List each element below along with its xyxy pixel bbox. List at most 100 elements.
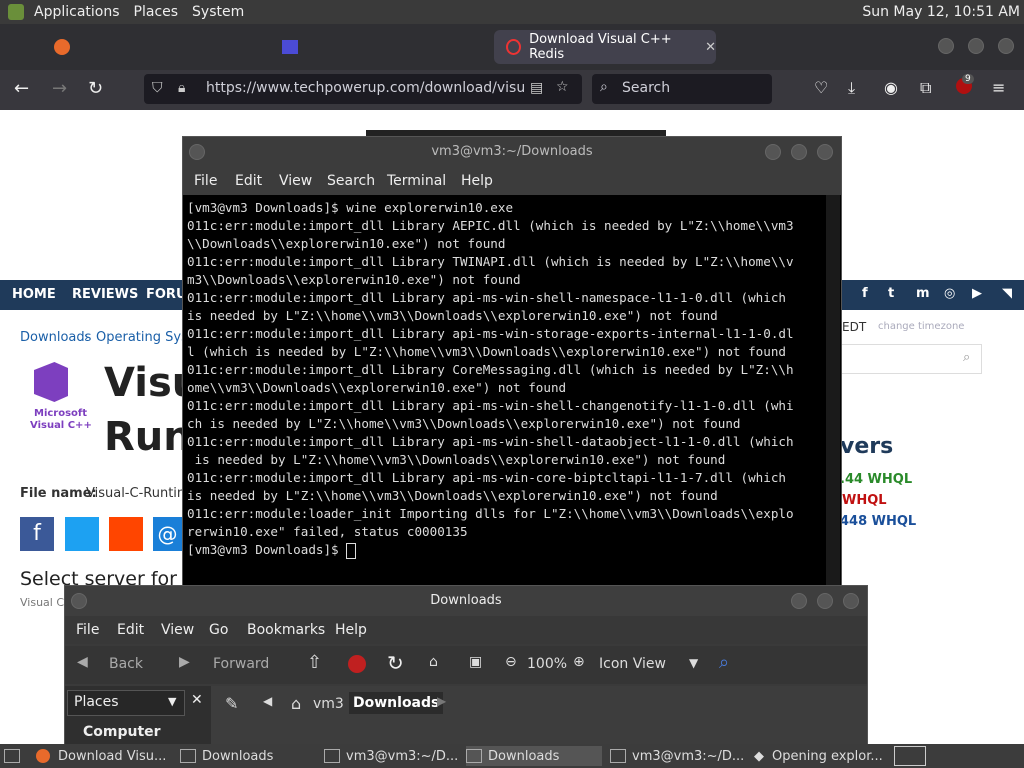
fm-menu-help[interactable]: Help: [335, 622, 367, 638]
lock-icon[interactable]: 🔒︎: [178, 80, 185, 96]
stop-icon[interactable]: [348, 655, 366, 673]
shield-icon[interactable]: ⛉: [152, 80, 163, 96]
terminal-menu-terminal[interactable]: Terminal: [387, 173, 446, 189]
menu-hamburger-icon[interactable]: ≡: [992, 78, 1005, 97]
instagram-icon[interactable]: ◎: [944, 286, 955, 301]
share-twitter-icon[interactable]: [65, 517, 99, 551]
fm-menu-file[interactable]: File: [76, 622, 99, 638]
fm-maximize-icon[interactable]: [817, 593, 833, 609]
terminal-menu-edit[interactable]: Edit: [235, 173, 262, 189]
nav-home[interactable]: HOME: [12, 287, 56, 302]
home-icon[interactable]: ⌂: [429, 654, 438, 670]
fm-menu-icon[interactable]: [71, 593, 87, 609]
edit-location-icon[interactable]: ✎: [225, 694, 238, 713]
crumb-vm3[interactable]: vm3: [313, 696, 344, 712]
tab-firefox[interactable]: [44, 30, 244, 64]
zoom-in-icon[interactable]: ⊕: [573, 654, 585, 670]
maximize-icon[interactable]: [968, 38, 984, 54]
terminal-close-icon[interactable]: [817, 144, 833, 160]
sidebar-computer[interactable]: Computer: [83, 724, 161, 740]
close-window-icon[interactable]: [998, 38, 1014, 54]
gnome-foot-icon[interactable]: [8, 4, 24, 20]
show-desktop-icon[interactable]: [4, 746, 26, 766]
minimize-icon[interactable]: [938, 38, 954, 54]
clock[interactable]: Sun May 12, 10:51 AM: [862, 4, 1020, 20]
computer-icon[interactable]: ▣: [469, 654, 482, 670]
forward-icon[interactable]: ▶: [179, 654, 190, 670]
task-firefox[interactable]: Download Visu...: [36, 746, 172, 766]
terminal-titlebar[interactable]: vm3@vm3:~/Downloads: [183, 137, 841, 167]
change-timezone-link[interactable]: change timezone: [878, 321, 964, 332]
facebook-icon[interactable]: f: [862, 286, 868, 301]
view-mode-select[interactable]: Icon View: [599, 656, 666, 672]
terminal-menu-help[interactable]: Help: [461, 173, 493, 189]
crumb-downloads[interactable]: Downloads: [349, 692, 444, 714]
places-menu[interactable]: Places: [134, 4, 179, 20]
up-icon[interactable]: ⇧: [307, 652, 322, 673]
terminal-menu-search[interactable]: Search: [327, 173, 375, 189]
fm-menu-go[interactable]: Go: [209, 622, 228, 638]
fm-menu-view[interactable]: View: [161, 622, 194, 638]
crumb-left-icon[interactable]: ◀: [263, 694, 272, 708]
site-search-icon[interactable]: ⌕: [963, 350, 970, 365]
fm-menu-edit[interactable]: Edit: [117, 622, 144, 638]
terminal-scrollbar[interactable]: [826, 195, 840, 585]
task-terminal-2[interactable]: vm3@vm3:~/D...: [610, 746, 746, 766]
tab-download-visual-cpp[interactable]: Download Visual C++ Redis ✕: [494, 30, 716, 64]
download-icon[interactable]: ⤓: [848, 78, 855, 98]
search-bar[interactable]: ⌕ Search: [592, 74, 772, 104]
applications-menu[interactable]: Applications: [34, 4, 120, 20]
breadcrumb-downloads[interactable]: Downloads: [20, 330, 91, 345]
reload-icon[interactable]: ↻: [88, 78, 103, 99]
pocket-icon[interactable]: ♡: [814, 78, 828, 97]
driver-nvidia[interactable]: .44 WHQL: [840, 472, 912, 487]
share-reddit-icon[interactable]: [109, 517, 143, 551]
places-dropdown[interactable]: Places ▼: [67, 690, 185, 716]
crumb-right-icon[interactable]: ▶: [437, 694, 446, 708]
account-icon[interactable]: ◉: [884, 78, 898, 97]
task-downloads-1[interactable]: Downloads: [180, 746, 316, 766]
file-manager-titlebar[interactable]: Downloads: [65, 586, 867, 616]
terminal-maximize-icon[interactable]: [791, 144, 807, 160]
fm-close-icon[interactable]: [843, 593, 859, 609]
terminal-menu-icon[interactable]: [189, 144, 205, 160]
driver-amd[interactable]: WHQL: [842, 493, 887, 508]
task-opening-explorer[interactable]: ◆ Opening explor...: [754, 746, 890, 766]
reload-icon[interactable]: ↻: [387, 651, 404, 675]
mastodon-icon[interactable]: m: [916, 286, 930, 301]
youtube-icon[interactable]: ▶: [972, 286, 982, 301]
fm-minimize-icon[interactable]: [791, 593, 807, 609]
terminal-line: 011c:err:module:import_dll Library api-m…: [187, 290, 786, 305]
back-arrow-icon[interactable]: ←: [14, 78, 29, 99]
share-email-icon[interactable]: @: [153, 517, 182, 551]
terminal-output[interactable]: [vm3@vm3 Downloads]$ wine explorerwin10.…: [187, 199, 827, 579]
back-button[interactable]: Back: [109, 656, 143, 672]
share-facebook-icon[interactable]: f: [20, 517, 54, 551]
tab-second[interactable]: [276, 30, 476, 64]
search-icon[interactable]: ⌕: [719, 652, 729, 673]
bookmark-star-icon[interactable]: ☆: [556, 79, 569, 95]
twitter-icon[interactable]: t: [888, 286, 894, 301]
back-icon[interactable]: ◀: [77, 654, 88, 670]
workspace-switcher[interactable]: [894, 746, 926, 766]
url-bar[interactable]: ⛉ 🔒︎ https://www.techpowerup.com/downloa…: [144, 74, 582, 104]
forward-arrow-icon[interactable]: →: [52, 78, 67, 99]
fm-menu-bookmarks[interactable]: Bookmarks: [247, 622, 325, 638]
sidebar-close-icon[interactable]: ✕: [191, 692, 203, 708]
system-menu[interactable]: System: [192, 4, 244, 20]
terminal-menu-file[interactable]: File: [194, 173, 217, 189]
forward-button[interactable]: Forward: [213, 656, 269, 672]
task-terminal-1[interactable]: vm3@vm3:~/D...: [324, 746, 460, 766]
extensions-icon[interactable]: ⧉: [920, 78, 931, 98]
driver-intel[interactable]: 448 WHQL: [840, 514, 916, 529]
view-mode-dropdown-icon[interactable]: ▼: [689, 656, 698, 670]
terminal-minimize-icon[interactable]: [765, 144, 781, 160]
task-downloads-2[interactable]: Downloads: [466, 746, 602, 766]
terminal-menu-view[interactable]: View: [279, 173, 312, 189]
site-search-input[interactable]: ⌕: [840, 344, 982, 374]
nav-reviews[interactable]: REVIEWS: [72, 287, 138, 302]
reader-view-icon[interactable]: ▤: [530, 80, 543, 96]
zoom-out-icon[interactable]: ⊖: [505, 654, 517, 670]
rss-icon[interactable]: ◥: [1002, 286, 1012, 301]
close-tab-icon[interactable]: ✕: [705, 40, 716, 55]
